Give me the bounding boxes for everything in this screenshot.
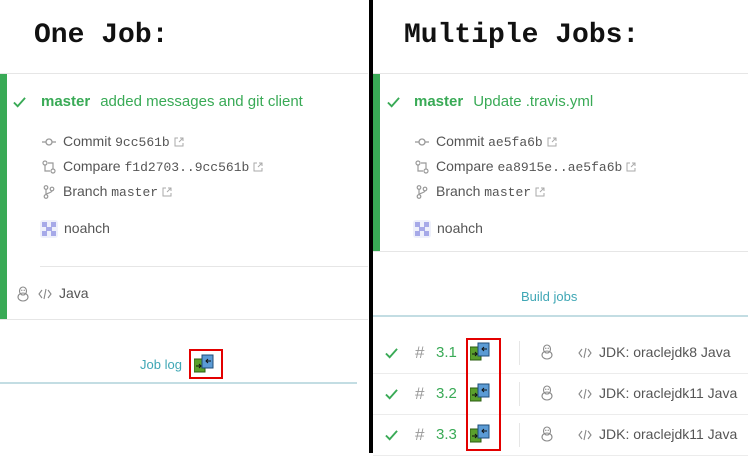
tab-underline [373,315,748,317]
commit-message[interactable]: added messages and git client [100,93,303,110]
external-link-icon[interactable] [535,187,545,197]
job-env-label: JDK: oraclejdk11 Java [599,385,738,401]
job-env: JDK: oraclejdk8 Java [578,344,731,360]
code-icon [578,430,592,441]
commit-hash[interactable]: ae5fa6b [488,135,543,150]
external-link-icon[interactable] [626,162,636,172]
job-env-label: JDK: oraclejdk11 Java [599,426,738,442]
branch-icon [416,185,428,200]
branch-name-mono[interactable]: master [111,185,158,200]
job-env: JDK: oraclejdk11 Java [578,385,737,401]
check-icon [13,97,26,108]
check-icon [385,389,398,400]
check-icon [387,97,400,108]
branch-name[interactable]: master [41,93,90,110]
author-row: noahch [40,220,110,239]
commit-icon [415,138,429,146]
commit-row[interactable]: Commit 9cc561b [42,133,184,150]
job-log-link[interactable]: Job log [140,357,182,372]
branch-row[interactable]: Branch master [415,183,545,200]
avatar [413,220,431,239]
job-env: JDK: oraclejdk11 Java [578,426,737,442]
separator [40,266,368,267]
status-bar [0,74,7,319]
build-card-left: master added messages and git client Comm… [0,73,368,320]
compare-icon [42,160,56,174]
hash-icon: # [415,425,425,444]
code-icon [578,389,592,400]
heading-one-job: One Job: [34,20,169,51]
code-icon [38,289,52,300]
job-log-icon[interactable] [194,354,214,374]
job-number[interactable]: 3.1 [436,344,457,361]
tab-underline [0,382,357,384]
branch-label: Branch [63,183,108,199]
job-row[interactable]: # 3.2 JDK: oraclejdk11 Java [373,374,748,415]
job-row[interactable]: # 3.3 JDK: oraclejdk11 Java [373,415,748,456]
author-name: noahch [437,220,483,236]
compare-label: Compare [63,158,121,174]
author-row: noahch [413,220,483,239]
compare-range[interactable]: ea8915e..ae5fa6b [497,160,622,175]
job-number[interactable]: 3.3 [436,426,457,443]
avatar [40,220,58,239]
commit-row[interactable]: Commit ae5fa6b [415,133,557,150]
compare-range[interactable]: f1d2703..9cc561b [124,160,249,175]
job-env-label: JDK: oraclejdk8 Java [599,344,731,360]
highlight-box [466,338,501,451]
linux-icon [541,385,553,401]
commit-label: Commit [63,133,112,149]
job-row[interactable]: # 3.1 JDK: oraclejdk8 Java [373,333,748,374]
commit-label: Commit [436,133,485,149]
job-number[interactable]: 3.2 [436,385,457,402]
linux-icon [541,344,553,360]
build-card-right: master Update .travis.yml Commit ae5fa6b … [373,73,748,252]
branch-label: Branch [436,183,481,199]
commit-icon [42,138,56,146]
hash-icon: # [415,343,425,362]
language-row: Java [16,285,89,302]
compare-icon [415,160,429,174]
external-link-icon[interactable] [253,162,263,172]
branch-row[interactable]: Branch master [42,183,172,200]
author-name: noahch [64,220,110,236]
external-link-icon[interactable] [174,137,184,147]
compare-row[interactable]: Compare ea8915e..ae5fa6b [415,158,636,175]
column-divider [519,423,520,447]
language-label: Java [59,285,89,301]
linux-icon [541,426,553,442]
branch-icon [43,185,55,200]
external-link-icon[interactable] [162,187,172,197]
compare-label: Compare [436,158,494,174]
build-jobs-tab[interactable]: Build jobs [521,289,577,304]
commit-hash[interactable]: 9cc561b [115,135,170,150]
column-divider [519,341,520,365]
commit-message[interactable]: Update .travis.yml [473,93,593,110]
check-icon [385,430,398,441]
code-icon [578,348,592,359]
column-divider [519,382,520,406]
branch-commit-title[interactable]: master Update .travis.yml [414,93,593,110]
branch-name[interactable]: master [414,93,463,110]
hash-icon: # [415,384,425,403]
status-bar [373,74,380,251]
heading-multiple-jobs: Multiple Jobs: [404,20,640,51]
branch-commit-title[interactable]: master added messages and git client [41,93,303,110]
compare-row[interactable]: Compare f1d2703..9cc561b [42,158,263,175]
linux-icon [17,286,29,302]
branch-name-mono[interactable]: master [484,185,531,200]
external-link-icon[interactable] [547,137,557,147]
check-icon [385,348,398,359]
